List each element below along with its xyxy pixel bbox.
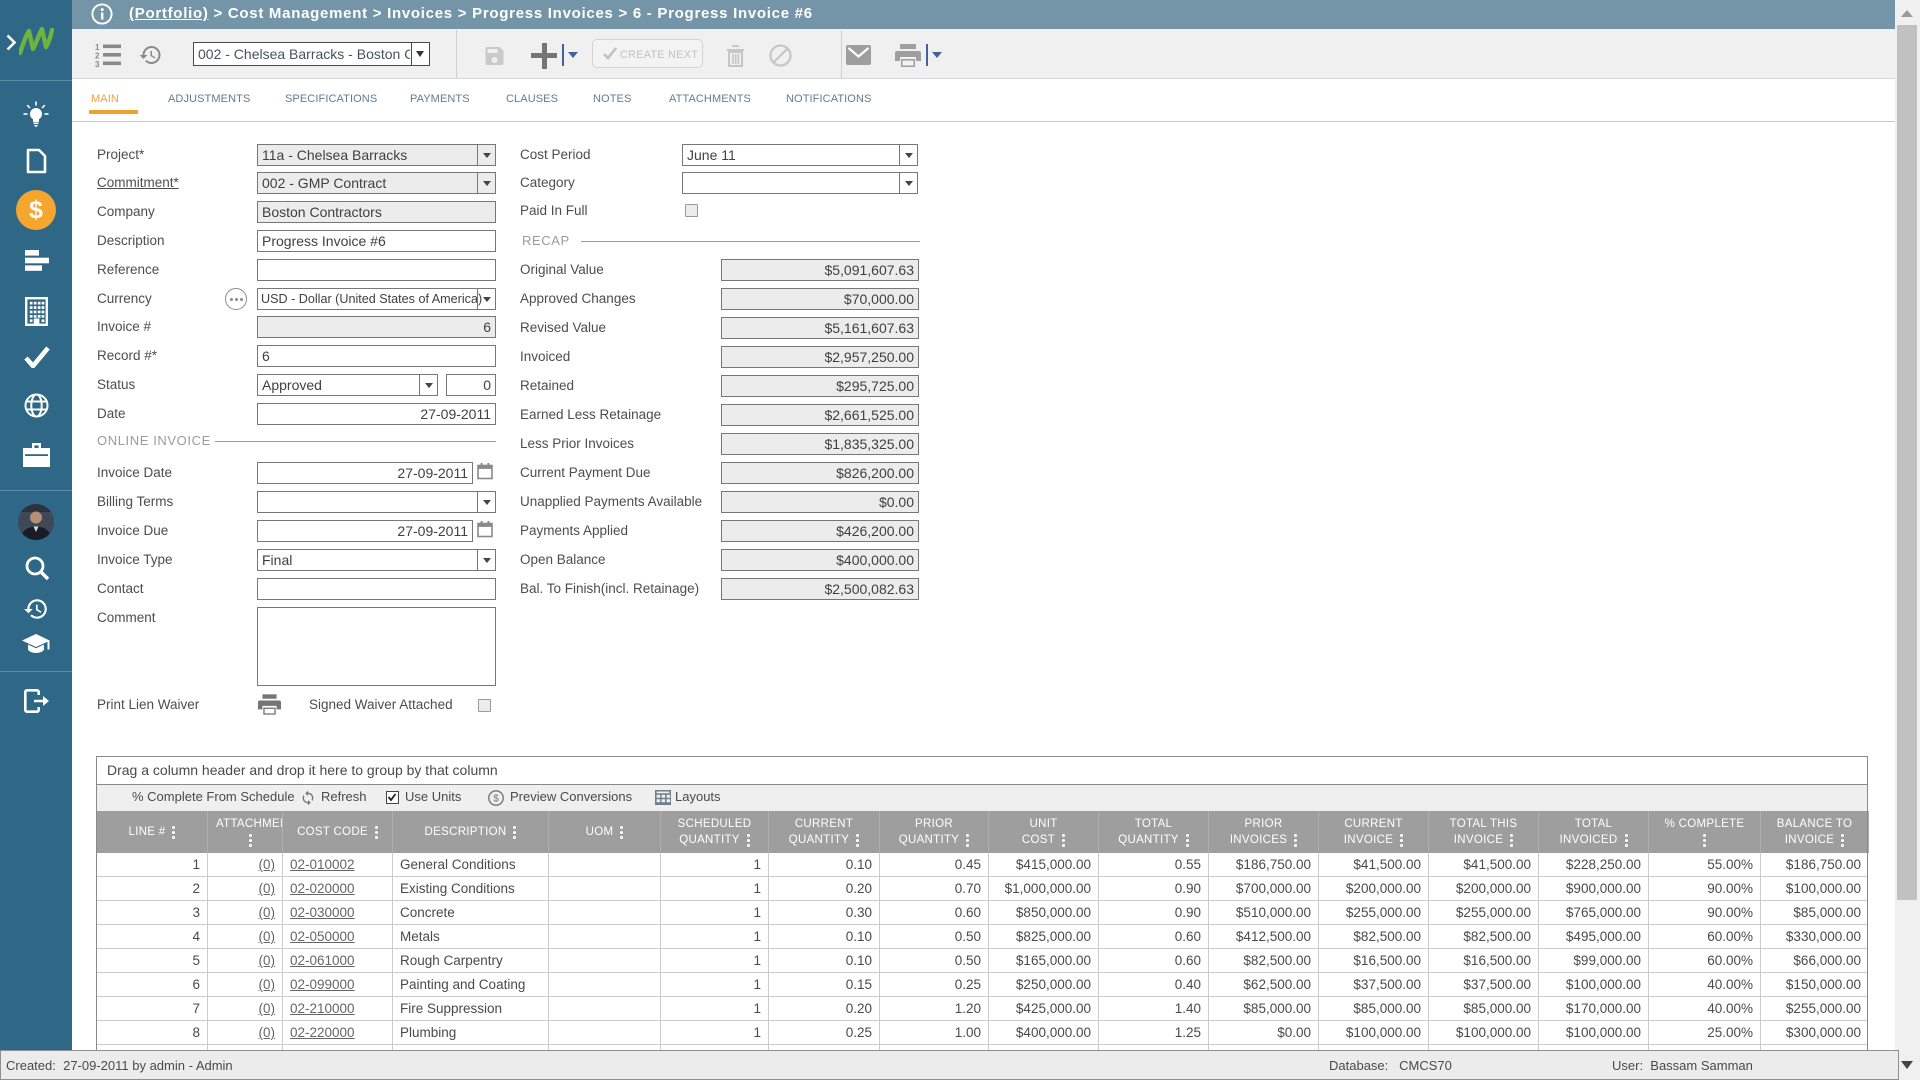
svg-text:$: $ bbox=[493, 793, 499, 804]
svg-text:3: 3 bbox=[95, 60, 100, 68]
